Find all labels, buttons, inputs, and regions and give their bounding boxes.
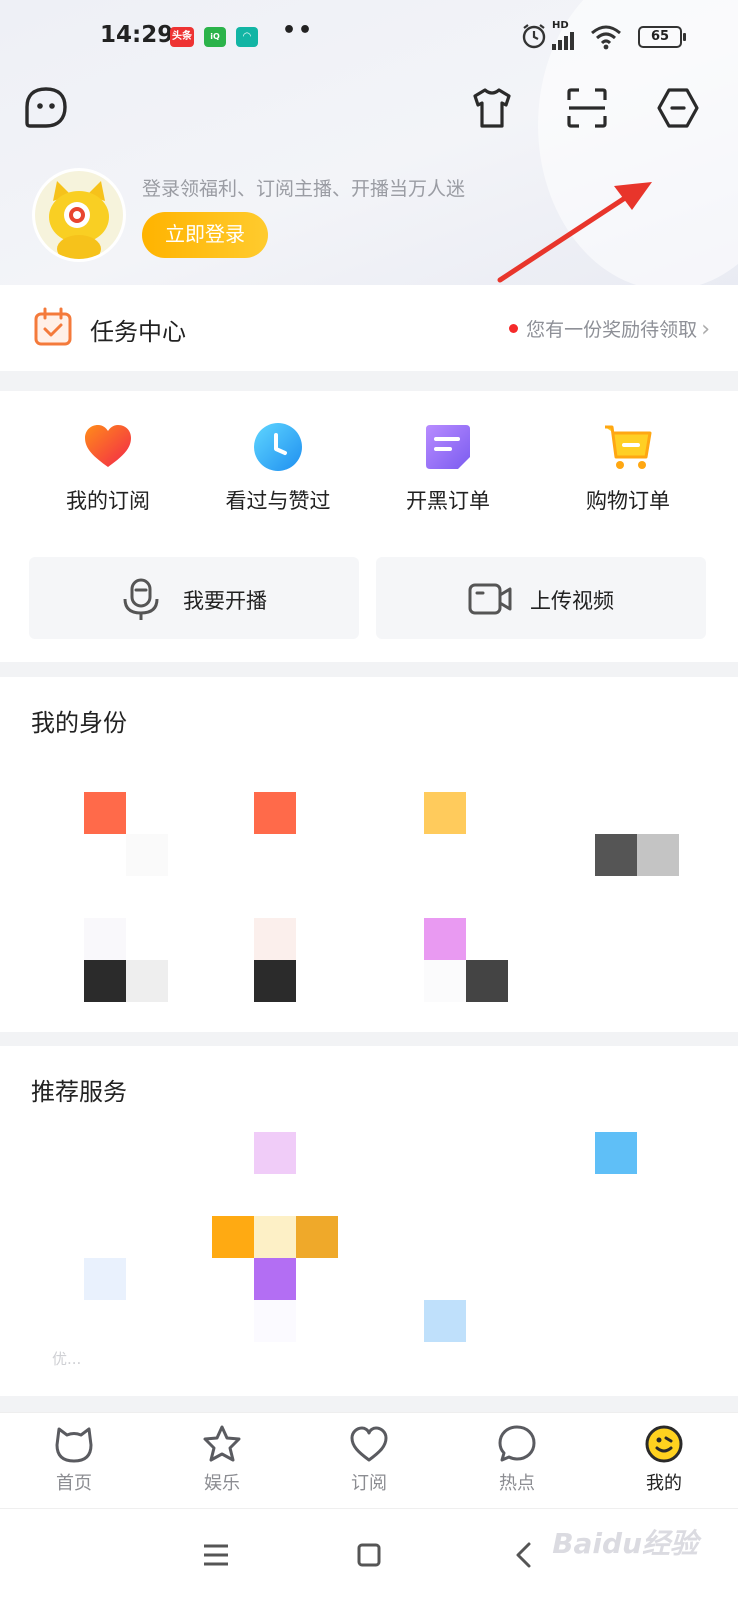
- mosaic-block: [126, 960, 168, 1002]
- upload-video-button[interactable]: 上传视频: [376, 557, 706, 639]
- clock-icon: [254, 423, 302, 471]
- heart-icon: [85, 425, 131, 467]
- mosaic-block: [466, 960, 508, 1002]
- note-icon: [426, 425, 470, 469]
- tab-label: 订阅: [351, 1473, 387, 1494]
- cart-icon: [605, 425, 652, 469]
- mosaic-block: [595, 834, 637, 876]
- alarm-icon: [522, 24, 546, 49]
- mosaic-block: [424, 1300, 466, 1342]
- status-bar: 14:29 头条 iQ ◠ •• HD 65: [0, 16, 738, 56]
- task-center-title: 任务中心: [90, 318, 186, 346]
- back-icon[interactable]: [504, 1535, 544, 1575]
- mosaic-block: [637, 834, 679, 876]
- tab-label: 首页: [56, 1473, 92, 1494]
- upload-video-label: 上传视频: [530, 589, 614, 613]
- watermark: Baidu经验: [552, 1527, 698, 1560]
- scan-icon[interactable]: [565, 86, 609, 130]
- mosaic-block: [296, 1216, 338, 1258]
- tab-home[interactable]: 首页: [0, 1413, 148, 1509]
- battery-indicator: 65: [638, 26, 686, 48]
- shortcut-my-subscriptions[interactable]: 我的订阅: [16, 421, 200, 515]
- video-camera-icon: [468, 583, 512, 615]
- identity-title: 我的身份: [31, 709, 127, 737]
- face-icon: [645, 1425, 683, 1463]
- login-hint: 登录领福利、订阅主播、开播当万人迷: [142, 178, 466, 200]
- mosaic-block: [424, 792, 466, 834]
- status-time: 14:29: [100, 22, 174, 48]
- tab-label: 热点: [499, 1473, 535, 1494]
- cat-head-icon: [55, 1427, 93, 1463]
- shortcut-history-likes[interactable]: 看过与赞过: [186, 421, 370, 515]
- task-reward-text: 您有一份奖励待领取: [526, 319, 698, 341]
- settings-hexagon-icon[interactable]: [656, 86, 700, 130]
- shirt-icon[interactable]: [470, 86, 514, 130]
- mosaic-block: [126, 834, 168, 876]
- tab-entertainment[interactable]: 娱乐: [148, 1413, 296, 1509]
- mosaic-block: [254, 1258, 296, 1300]
- go-live-button[interactable]: 我要开播: [29, 557, 359, 639]
- mosaic-block: [254, 792, 296, 834]
- app-badge-icon: ◠: [236, 27, 258, 47]
- tab-label: 娱乐: [204, 1473, 240, 1494]
- mosaic-block: [254, 960, 296, 1002]
- calendar-check-icon: [34, 307, 72, 346]
- toutiao-badge-icon: 头条: [170, 27, 194, 47]
- mosaic-block: [254, 1216, 296, 1258]
- mosaic-block: [254, 918, 296, 960]
- tab-subscriptions[interactable]: 订阅: [295, 1413, 443, 1509]
- mosaic-block: [84, 960, 126, 1002]
- shortcut-label: 看过与赞过: [225, 489, 331, 513]
- iqiyi-badge-icon: iQ: [204, 27, 226, 47]
- mosaic-block: [84, 1258, 126, 1300]
- shortcut-label: 购物订单: [586, 489, 670, 513]
- services-title: 推荐服务: [31, 1078, 127, 1106]
- login-button[interactable]: 立即登录: [142, 212, 268, 258]
- chat-icon: [498, 1425, 536, 1462]
- shortcut-gaming-orders[interactable]: 开黑订单: [356, 421, 540, 515]
- avatar[interactable]: [32, 168, 126, 262]
- mosaic-block: [254, 1300, 296, 1342]
- wifi-icon: [591, 25, 621, 50]
- mosaic-block: [84, 918, 126, 960]
- mosaic-block: [84, 792, 126, 834]
- mosaic-block: [424, 918, 466, 960]
- shortcut-shopping-orders[interactable]: 购物订单: [536, 421, 720, 515]
- signal-icon: [552, 32, 574, 50]
- bottom-tab-bar: 首页 娱乐 订阅 热点 我的: [0, 1412, 738, 1508]
- chevron-right-icon: ›: [701, 317, 710, 342]
- home-square-icon[interactable]: [349, 1535, 389, 1575]
- star-icon: [203, 1425, 241, 1462]
- tab-hot[interactable]: 热点: [443, 1413, 591, 1509]
- shortcuts-card: 我的订阅 看过与赞过 开黑订单 购物订单 我要开播 上传视频: [0, 391, 738, 662]
- task-center-row[interactable]: 任务中心 您有一份奖励待领取 ›: [0, 285, 738, 371]
- go-live-label: 我要开播: [183, 589, 267, 613]
- mosaic-block: [212, 1216, 254, 1258]
- task-reward-link[interactable]: 您有一份奖励待领取 ›: [509, 315, 710, 342]
- tab-me[interactable]: 我的: [590, 1413, 738, 1509]
- heart-outline-icon: [350, 1426, 388, 1462]
- shortcut-label: 开黑订单: [406, 489, 490, 513]
- more-notifications-icon: ••: [282, 18, 315, 43]
- tab-label: 我的: [646, 1473, 682, 1494]
- services-card: 推荐服务 优...: [0, 1046, 738, 1396]
- mascot-avatar-icon: [35, 171, 123, 259]
- chat-bubble-icon[interactable]: [24, 86, 68, 130]
- identity-card: 我的身份: [0, 677, 738, 1032]
- menu-icon[interactable]: [196, 1535, 236, 1575]
- mosaic-block: [254, 1132, 296, 1174]
- reward-dot-icon: [509, 324, 519, 333]
- shortcut-label: 我的订阅: [66, 489, 150, 513]
- mosaic-block: [424, 960, 466, 1002]
- microphone-icon: [123, 578, 159, 620]
- mosaic-block: [595, 1132, 637, 1174]
- faded-service-text: 优...: [52, 1350, 82, 1368]
